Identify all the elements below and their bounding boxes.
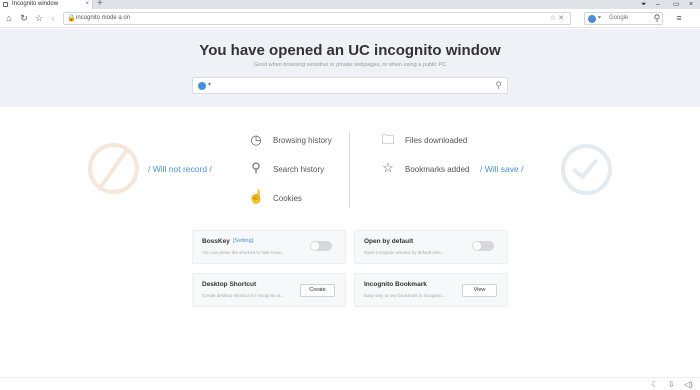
address-input[interactable]: incognito mode a on bbox=[76, 15, 130, 21]
back-icon[interactable]: ‹ bbox=[47, 12, 59, 24]
view-button[interactable]: View bbox=[462, 284, 497, 297]
feature-files-downloaded: Files downloaded bbox=[405, 136, 468, 145]
folder-icon: 🗀 bbox=[381, 132, 395, 147]
feature-search-history: Search history bbox=[273, 165, 325, 174]
will-save-label: / Will save / bbox=[480, 164, 524, 174]
incognito-bookmark-title: Incognito Bookmark bbox=[364, 281, 427, 288]
bosskey-title: BossKey bbox=[202, 238, 230, 245]
create-button[interactable]: Create bbox=[300, 284, 335, 297]
open-default-toggle[interactable] bbox=[472, 241, 494, 251]
bosskey-card: BossKey [Setting] You can press the shor… bbox=[192, 230, 346, 264]
hero-banner: You have opened an UC incognito window G… bbox=[0, 29, 700, 107]
star-icon: ☆ bbox=[382, 160, 394, 175]
feature-bookmarks-added: Bookmarks added bbox=[405, 165, 470, 174]
search-engine-icon[interactable] bbox=[588, 15, 596, 23]
search-icon[interactable]: ⚲ bbox=[651, 12, 663, 24]
open-default-desc: Open incognito window by default whe... bbox=[364, 250, 445, 255]
minimize-button[interactable]: – bbox=[656, 0, 660, 9]
chevron-down-icon[interactable]: ▾ bbox=[598, 14, 601, 21]
feature-cookies: Cookies bbox=[273, 194, 302, 203]
clock-icon: ◷ bbox=[250, 132, 262, 147]
cookie-icon: ☝ bbox=[248, 189, 265, 204]
hero-search-box[interactable]: ▾ ⚲ bbox=[192, 77, 508, 94]
bosskey-toggle[interactable] bbox=[310, 241, 332, 251]
divider bbox=[349, 131, 350, 208]
maximize-button[interactable]: ▭ bbox=[673, 0, 680, 9]
address-actions-icon[interactable]: ☆ ✕ bbox=[550, 14, 564, 22]
download-icon[interactable]: ⇩ bbox=[668, 380, 675, 389]
page-title: You have opened an UC incognito window bbox=[199, 42, 501, 59]
desktop-shortcut-card: Desktop Shortcut Create desktop shortcut… bbox=[192, 273, 346, 307]
open-default-card: Open by default Open incognito window by… bbox=[354, 230, 508, 264]
incognito-bookmark-desc: Easy way to use bookmark in incognito... bbox=[364, 293, 446, 298]
chevron-down-icon[interactable]: ▾ bbox=[208, 81, 211, 88]
lock-icon: 🔒 bbox=[67, 15, 76, 22]
tab-title: Incognito window bbox=[12, 1, 59, 7]
incognito-tab-icon bbox=[3, 2, 8, 7]
open-default-title: Open by default bbox=[364, 238, 414, 245]
close-window-button[interactable]: × bbox=[689, 0, 693, 9]
bosskey-desc: You can press the shortcut to hide brow.… bbox=[202, 250, 285, 255]
tab-bar: Incognito window × + ⏷ – ▭ × bbox=[0, 0, 700, 9]
search-engine-input[interactable]: Google bbox=[609, 15, 628, 21]
search-engine-icon[interactable] bbox=[198, 82, 206, 90]
status-bar: ☾ ⇩ ◁) bbox=[0, 377, 700, 390]
search-icon[interactable]: ⚲ bbox=[495, 80, 502, 91]
sound-icon[interactable]: ◁) bbox=[684, 380, 693, 389]
home-icon[interactable]: ⌂ bbox=[3, 12, 15, 24]
address-bar[interactable]: 🔒 incognito mode a on ☆ ✕ bbox=[63, 12, 571, 25]
page-subtitle: Good when browsing sensitive or private … bbox=[253, 62, 447, 68]
bookmark-star-icon[interactable]: ☆ bbox=[33, 12, 45, 24]
incognito-bookmark-card: Incognito Bookmark Easy way to use bookm… bbox=[354, 273, 508, 307]
tab-incognito[interactable]: Incognito window × bbox=[0, 0, 93, 9]
menu-icon[interactable]: ≡ bbox=[673, 12, 685, 24]
search-icon: ⚲ bbox=[251, 160, 261, 175]
window-menu-icon[interactable]: ⏷ bbox=[641, 0, 647, 9]
night-mode-icon[interactable]: ☾ bbox=[651, 380, 658, 389]
will-not-record-label: / Will not record / bbox=[148, 164, 212, 174]
reload-icon[interactable]: ↻ bbox=[18, 12, 30, 24]
tab-close-icon[interactable]: × bbox=[85, 0, 89, 9]
feature-browsing-history: Browsing history bbox=[273, 136, 332, 145]
desktop-shortcut-title: Desktop Shortcut bbox=[202, 281, 257, 288]
check-icon bbox=[561, 144, 612, 195]
bosskey-settings-link[interactable]: [Setting] bbox=[233, 238, 253, 244]
toolbar: ⌂ ↻ ☆ ‹ 🔒 incognito mode a on ☆ ✕ ▾ Goog… bbox=[0, 9, 700, 28]
no-record-icon bbox=[88, 143, 139, 194]
desktop-shortcut-desc: Create desktop shortcut for incognito w.… bbox=[202, 293, 284, 298]
new-tab-button[interactable]: + bbox=[97, 0, 103, 9]
